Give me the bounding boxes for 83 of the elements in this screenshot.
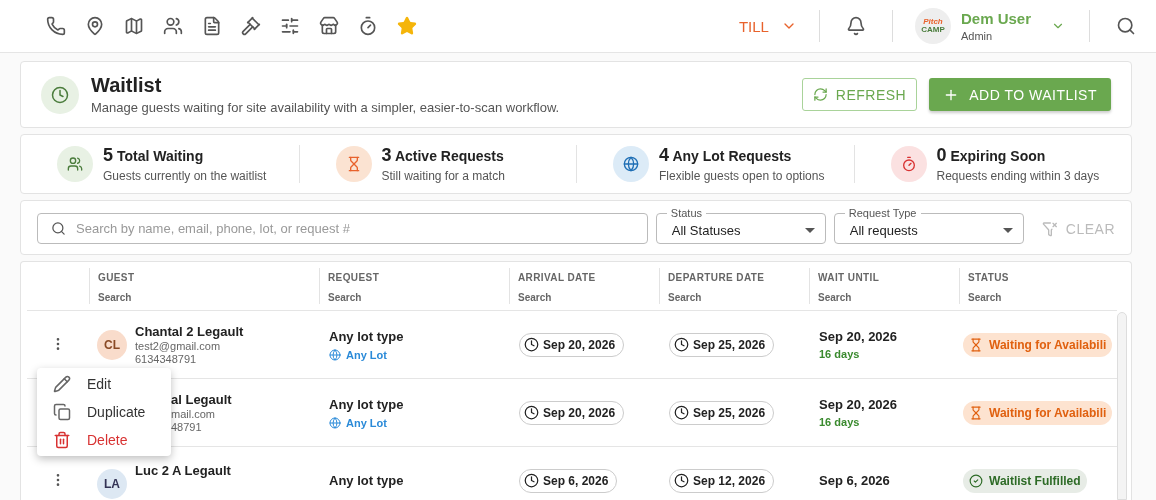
clock-icon bbox=[524, 337, 539, 352]
gavel-icon[interactable] bbox=[241, 16, 261, 36]
check-circle-icon bbox=[969, 473, 983, 488]
column-header[interactable]: WAIT UNTIL bbox=[818, 272, 951, 283]
refresh-icon bbox=[812, 87, 828, 102]
lot-label: Any Lot bbox=[346, 348, 387, 361]
clock-icon bbox=[674, 337, 689, 352]
bell-icon bbox=[845, 16, 866, 36]
hourglass-icon bbox=[969, 405, 983, 420]
request-type: Any lot type bbox=[329, 396, 405, 412]
status-badge: Waiting for Availabili bbox=[963, 400, 1113, 425]
column-header[interactable]: REQUEST bbox=[328, 272, 501, 283]
clock-icon bbox=[524, 473, 539, 488]
column-search[interactable]: Search bbox=[968, 292, 1109, 303]
map-icon[interactable] bbox=[124, 16, 144, 36]
column-header[interactable]: ARRIVAL DATE bbox=[518, 272, 651, 283]
guest-phone: 6134348791 bbox=[135, 353, 198, 365]
hourglass-icon bbox=[969, 337, 983, 352]
filter-off-icon bbox=[1041, 220, 1058, 237]
menu-item[interactable]: Duplicate bbox=[37, 398, 171, 426]
column-header[interactable]: DEPARTURE DATE bbox=[668, 272, 801, 283]
till-dropdown[interactable]: TILL bbox=[738, 17, 819, 35]
star-icon[interactable] bbox=[397, 16, 417, 36]
wait-until-date: Sep 20, 2026 bbox=[819, 329, 899, 344]
page-subtitle: Manage guests waiting for site availability with a simpler, easier-to-scan workflow. bbox=[91, 100, 561, 115]
guest-name: Luc 2 A Legault bbox=[135, 462, 231, 478]
search-button[interactable] bbox=[1116, 16, 1136, 36]
clock-icon bbox=[524, 405, 539, 420]
status-badge: Waitlist Fulfilled bbox=[963, 468, 1087, 493]
column-search[interactable]: Search bbox=[98, 292, 311, 303]
clock-icon bbox=[674, 473, 689, 488]
notifications-button[interactable] bbox=[845, 16, 866, 36]
menu-item[interactable]: Edit bbox=[37, 370, 171, 398]
guest-email: mail.com bbox=[171, 408, 216, 420]
lot-label: Any Lot bbox=[346, 416, 387, 429]
globe-search-icon bbox=[329, 348, 341, 361]
stat-title: 5 Total Waiting bbox=[103, 145, 205, 166]
map-pin-icon[interactable] bbox=[85, 16, 105, 36]
phone-icon[interactable] bbox=[46, 16, 66, 36]
scrollbar[interactable] bbox=[1117, 312, 1127, 500]
guest-name: al Legault bbox=[171, 392, 232, 407]
trash-icon bbox=[53, 431, 71, 449]
pitch-camp-logo[interactable]: Pitch CAMP bbox=[914, 8, 951, 44]
guest-avatar: CL bbox=[97, 330, 127, 360]
status-badge: Waiting for Availabili bbox=[963, 332, 1113, 357]
stat-caption: Guests currently on the waitlist bbox=[103, 169, 267, 183]
document-icon[interactable] bbox=[202, 16, 222, 36]
stat-title: 3 Active Requests bbox=[381, 145, 505, 166]
page-title: Waitlist bbox=[91, 74, 163, 97]
stat-title: 0 Expiring Soon bbox=[936, 145, 1047, 166]
menu-item[interactable]: Delete bbox=[37, 426, 171, 454]
globe-search-icon bbox=[329, 416, 341, 429]
column-header[interactable]: STATUS bbox=[968, 272, 1109, 283]
stat-caption: Still waiting for a match bbox=[381, 169, 505, 183]
stat-title: 4 Any Lot Requests bbox=[659, 145, 793, 166]
people-icon[interactable] bbox=[163, 16, 183, 36]
pencil-icon bbox=[53, 375, 71, 393]
column-search[interactable]: Search bbox=[518, 292, 651, 303]
store-icon[interactable] bbox=[319, 16, 339, 36]
user-role: Admin bbox=[960, 30, 994, 42]
guest-email: test2@gmail.com bbox=[135, 340, 222, 352]
column-search[interactable]: Search bbox=[668, 292, 801, 303]
search-icon bbox=[51, 221, 66, 236]
column-search[interactable]: Search bbox=[328, 292, 501, 303]
column-header[interactable]: GUEST bbox=[98, 272, 311, 283]
column-search[interactable]: Search bbox=[818, 292, 951, 303]
guest-phone: 48791 bbox=[171, 421, 203, 433]
wait-until-date: Sep 6, 2026 bbox=[819, 473, 891, 488]
request-type: Any lot type bbox=[329, 328, 405, 344]
days-left: 16 days bbox=[819, 416, 861, 428]
timer-icon[interactable] bbox=[358, 16, 378, 36]
request-type: Any lot type bbox=[329, 473, 405, 488]
guest-name: Chantal 2 Legault bbox=[135, 324, 244, 339]
days-left: 16 days bbox=[819, 348, 861, 360]
search-field[interactable]: Search by name, email, phone, lot, or request # bbox=[37, 213, 648, 244]
guest-avatar: LA bbox=[97, 468, 127, 499]
sliders-icon[interactable] bbox=[280, 16, 300, 36]
stat-caption: Flexible guests open to options bbox=[659, 169, 825, 183]
copy-icon bbox=[53, 403, 71, 421]
search-icon bbox=[1116, 16, 1136, 36]
stat-caption: Requests ending within 3 days bbox=[936, 169, 1100, 183]
wait-until-date: Sep 20, 2026 bbox=[819, 397, 899, 412]
clock-icon bbox=[674, 405, 689, 420]
